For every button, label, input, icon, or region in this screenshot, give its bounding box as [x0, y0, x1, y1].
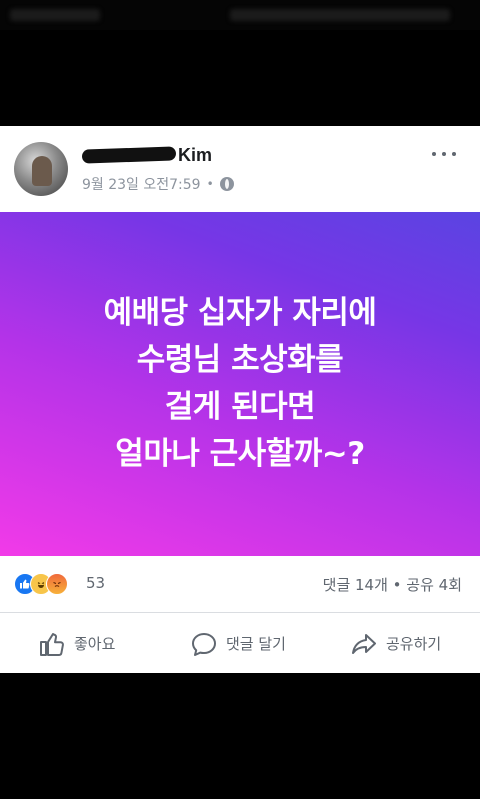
comment-icon [192, 632, 216, 656]
status-bar [0, 0, 480, 30]
message-line: 수령님 초상화를 [136, 342, 344, 378]
status-bar-right-blur [230, 9, 450, 21]
message-line: 걸게 된다면 [164, 389, 316, 425]
more-options-icon[interactable] [432, 148, 456, 160]
comment-button[interactable]: 댓글 달기 [190, 613, 286, 674]
angry-reaction-icon [46, 573, 68, 595]
post-message: 예배당 십자가 자리에 수령님 초상화를 걸게 된다면 얼마나 근사할까~? [104, 290, 377, 478]
reaction-icons[interactable] [14, 573, 84, 595]
thumbs-up-icon [40, 632, 64, 656]
post-timestamp[interactable]: 9월 23일 오전7:59 [82, 174, 201, 194]
reactions-bar: 53 댓글 14개 • 공유 4회 [0, 556, 480, 612]
post-header: Kim 9월 23일 오전7:59 • [0, 126, 480, 212]
avatar[interactable] [14, 142, 68, 196]
message-line: 얼마나 근사할까~? [115, 436, 365, 472]
post-actions: 좋아요 댓글 달기 공유하기 [0, 612, 480, 674]
author-name[interactable]: Kim [178, 145, 212, 166]
like-button[interactable]: 좋아요 [38, 613, 115, 674]
share-label: 공유하기 [386, 635, 442, 653]
message-line: 예배당 십자가 자리에 [103, 295, 377, 331]
reaction-count[interactable]: 53 [86, 574, 105, 592]
share-button[interactable]: 공유하기 [350, 613, 441, 674]
avatar-photo [32, 156, 52, 186]
post-meta: 9월 23일 오전7:59 • [82, 174, 234, 194]
status-bar-left-blur [10, 9, 100, 21]
post-card: Kim 9월 23일 오전7:59 • 예배당 십자가 자리에 수령님 초상화를… [0, 126, 480, 673]
name-redaction [81, 146, 177, 164]
author-row: Kim [81, 144, 342, 168]
comment-label: 댓글 달기 [226, 635, 286, 653]
meta-separator: • [206, 177, 214, 191]
globe-icon [219, 177, 234, 191]
post-background-banner: 예배당 십자가 자리에 수령님 초상화를 걸게 된다면 얼마나 근사할까~? [0, 212, 480, 556]
comment-share-stats[interactable]: 댓글 14개 • 공유 4회 [323, 574, 462, 595]
like-label: 좋아요 [74, 635, 116, 653]
share-icon [352, 633, 376, 654]
